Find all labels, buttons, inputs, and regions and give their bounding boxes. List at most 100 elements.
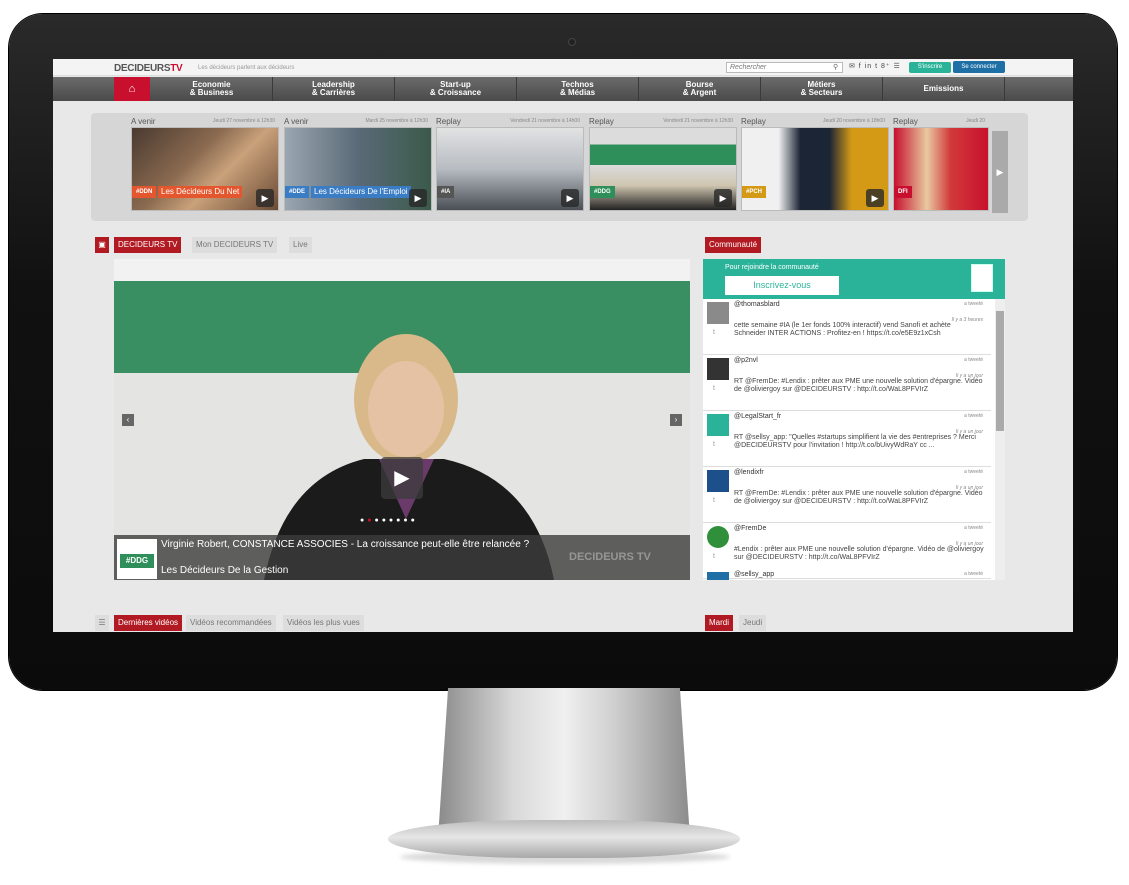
twitter-feed: t @thomasblard a tweeté Il y a 3 heures … bbox=[703, 299, 1005, 580]
tweet-user[interactable]: @lendixfr bbox=[734, 469, 764, 476]
carousel-item[interactable]: Replay Jeudi 20 novembre à 18h00 #PCH ▶ bbox=[741, 113, 889, 213]
twitter-icon: t bbox=[713, 553, 715, 560]
signup-button[interactable]: S'inscrire bbox=[909, 62, 951, 73]
search-icon[interactable]: ⚲ bbox=[833, 63, 838, 71]
thumb-status: Replay bbox=[741, 117, 766, 126]
carousel-item[interactable]: A venir Mardi 25 novembre à 12h30 #DDE L… bbox=[284, 113, 432, 213]
social-icons[interactable]: ✉ f in t 8⁺ ☰ bbox=[849, 62, 901, 70]
avatar bbox=[707, 302, 729, 324]
join-text: Pour rejoindre la communauté bbox=[725, 264, 819, 271]
play-icon[interactable]: ▶ bbox=[409, 189, 427, 207]
thumb-caption: Les Décideurs Du Net bbox=[158, 186, 243, 198]
search-input[interactable]: Rechercher bbox=[726, 62, 843, 73]
carousel-next-icon[interactable]: ▶ bbox=[992, 131, 1008, 213]
tab-most-viewed-videos[interactable]: Vidéos les plus vues bbox=[283, 615, 364, 631]
form-icon bbox=[971, 264, 993, 292]
main-video-player[interactable]: ‹ › ▶ ●●●●●●●● #DDG Virginie Robert, CON… bbox=[114, 259, 690, 580]
home-icon[interactable]: ⌂ bbox=[114, 77, 150, 101]
tweet-label: a tweeté bbox=[964, 525, 983, 531]
feed-scrollbar[interactable] bbox=[995, 299, 1005, 580]
tab-latest-videos[interactable]: Dernières vidéos bbox=[114, 615, 183, 631]
nav-item-metiers[interactable]: Métiers & Secteurs bbox=[761, 77, 883, 101]
carousel-item[interactable]: A venir Jeudi 27 novembre à 12h30 #DDN L… bbox=[131, 113, 279, 213]
carousel-item[interactable]: Replay Vendredi 21 novembre à 12h30 #DDG… bbox=[589, 113, 737, 213]
show-badge: #DDG bbox=[117, 539, 157, 579]
tweet-label: a tweeté bbox=[964, 571, 983, 577]
tab-recommended-videos[interactable]: Vidéos recommandées bbox=[186, 615, 276, 631]
apple-logo-icon bbox=[557, 660, 587, 686]
carousel-item[interactable]: Replay Jeudi 20 DFI bbox=[893, 113, 989, 213]
nav-item-economie[interactable]: Economie & Business bbox=[151, 77, 273, 101]
join-button[interactable]: Inscrivez-vous bbox=[725, 276, 839, 295]
tweet-label: a tweeté bbox=[964, 469, 983, 475]
tweet-item[interactable]: t @lendixfr a tweeté Il y a un jour RT @… bbox=[703, 467, 991, 523]
thumb-caption: Les Décideurs De l'Emploi bbox=[311, 186, 411, 198]
site-logo[interactable]: DECIDEURSTV bbox=[114, 63, 183, 74]
tweet-label: a tweeté bbox=[964, 301, 983, 307]
thumb-date: Vendredi 21 novembre à 12h30 bbox=[663, 118, 733, 124]
tweet-item[interactable]: t @thomasblard a tweeté Il y a 3 heures … bbox=[703, 299, 991, 355]
tab-jeudi[interactable]: Jeudi bbox=[739, 615, 767, 631]
thumb-tag: DFI bbox=[894, 186, 912, 198]
next-arrow-icon[interactable]: › bbox=[670, 414, 682, 426]
play-icon[interactable]: ▶ bbox=[866, 189, 884, 207]
thumb-image: #DDE Les Décideurs De l'Emploi ▶ bbox=[284, 127, 432, 211]
tweet-text: cette semaine #IA (le 1er fonds 100% int… bbox=[734, 322, 951, 337]
thumb-tag: #IA bbox=[437, 186, 455, 198]
nav-item-startup[interactable]: Start-up & Croissance bbox=[395, 77, 517, 101]
thumb-image: #DDG ▶ bbox=[589, 127, 737, 211]
tweet-user[interactable]: @FremDe bbox=[734, 525, 766, 532]
play-icon[interactable]: ▶ bbox=[714, 189, 732, 207]
tweet-user[interactable]: @sellsy_app bbox=[734, 571, 774, 578]
video-frame-image bbox=[114, 259, 690, 580]
nav-item-leadership[interactable]: Leadership & Carrières bbox=[273, 77, 395, 101]
thumb-status: Replay bbox=[589, 117, 614, 126]
previous-arrow-icon[interactable]: ‹ bbox=[122, 414, 134, 426]
video-caption-bar: #DDG Virginie Robert, CONSTANCE ASSOCIES… bbox=[114, 535, 690, 580]
thumb-tag: #DDE bbox=[285, 186, 310, 198]
tab-live[interactable]: Live bbox=[289, 237, 312, 253]
play-icon[interactable]: ▶ bbox=[561, 189, 579, 207]
tweet-user[interactable]: @p2nvl bbox=[734, 357, 758, 364]
nav-item-emissions[interactable]: Emissions bbox=[883, 77, 1005, 101]
thumb-date: Jeudi 20 novembre à 18h00 bbox=[823, 118, 885, 124]
tweet-text: #Lendix : prêter aux PME une nouvelle so… bbox=[734, 546, 984, 561]
video-show-name[interactable]: Les Décideurs De la Gestion bbox=[161, 565, 288, 576]
top-bar: DECIDEURSTV Les décideurs parlent aux dé… bbox=[53, 59, 1073, 76]
tab-mardi[interactable]: Mardi bbox=[705, 615, 734, 631]
carousel-item[interactable]: Replay Vendredi 21 novembre à 14h00 #IA … bbox=[436, 113, 584, 213]
login-button[interactable]: Se connecter bbox=[953, 61, 1005, 73]
video-title[interactable]: Virginie Robert, CONSTANCE ASSOCIES - La… bbox=[161, 539, 529, 550]
twitter-icon: t bbox=[713, 497, 715, 504]
tweet-user[interactable]: @LegalStart_fr bbox=[734, 413, 781, 420]
tweet-item[interactable]: t @p2nvl a tweeté Il y a un jour RT @Fre… bbox=[703, 355, 991, 411]
camera-dot bbox=[568, 38, 576, 46]
avatar bbox=[707, 470, 729, 492]
tweet-text: RT @FremDe: #Lendix : prêter aux PME une… bbox=[734, 378, 983, 393]
avatar bbox=[707, 572, 729, 580]
thumb-date: Jeudi 27 novembre à 12h30 bbox=[213, 118, 275, 124]
twitter-icon: t bbox=[713, 441, 715, 448]
tweet-label: a tweeté bbox=[964, 413, 983, 419]
slide-dots[interactable]: ●●●●●●●● bbox=[360, 517, 418, 524]
thumb-tag: #DDG bbox=[590, 186, 615, 198]
community-join-panel: Pour rejoindre la communauté Inscrivez-v… bbox=[703, 259, 1005, 299]
thumb-image: DFI bbox=[893, 127, 989, 211]
tab-decideurs-tv[interactable]: DECIDEURS TV bbox=[114, 237, 182, 253]
video-carousel: A venir Jeudi 27 novembre à 12h30 #DDN L… bbox=[91, 113, 1028, 221]
play-icon[interactable]: ▶ bbox=[381, 457, 423, 499]
thumb-image: #IA ▶ bbox=[436, 127, 584, 211]
tweet-item[interactable]: t @LegalStart_fr a tweeté Il y a un jour… bbox=[703, 411, 991, 467]
play-icon[interactable]: ▶ bbox=[256, 189, 274, 207]
tab-community[interactable]: Communauté bbox=[705, 237, 762, 253]
thumb-date: Vendredi 21 novembre à 14h00 bbox=[510, 118, 580, 124]
feed-scrollbar-thumb[interactable] bbox=[996, 311, 1004, 431]
tab-mon-decideurs-tv[interactable]: Mon DECIDEURS TV bbox=[192, 237, 278, 253]
monitor-stand-base bbox=[388, 820, 740, 858]
thumb-status: Replay bbox=[436, 117, 461, 126]
tweet-user[interactable]: @thomasblard bbox=[734, 301, 780, 308]
twitter-icon: t bbox=[713, 329, 715, 336]
nav-item-bourse[interactable]: Bourse & Argent bbox=[639, 77, 761, 101]
tweet-item[interactable]: @sellsy_app a tweeté bbox=[703, 569, 991, 580]
nav-item-technos[interactable]: Technos & Médias bbox=[517, 77, 639, 101]
